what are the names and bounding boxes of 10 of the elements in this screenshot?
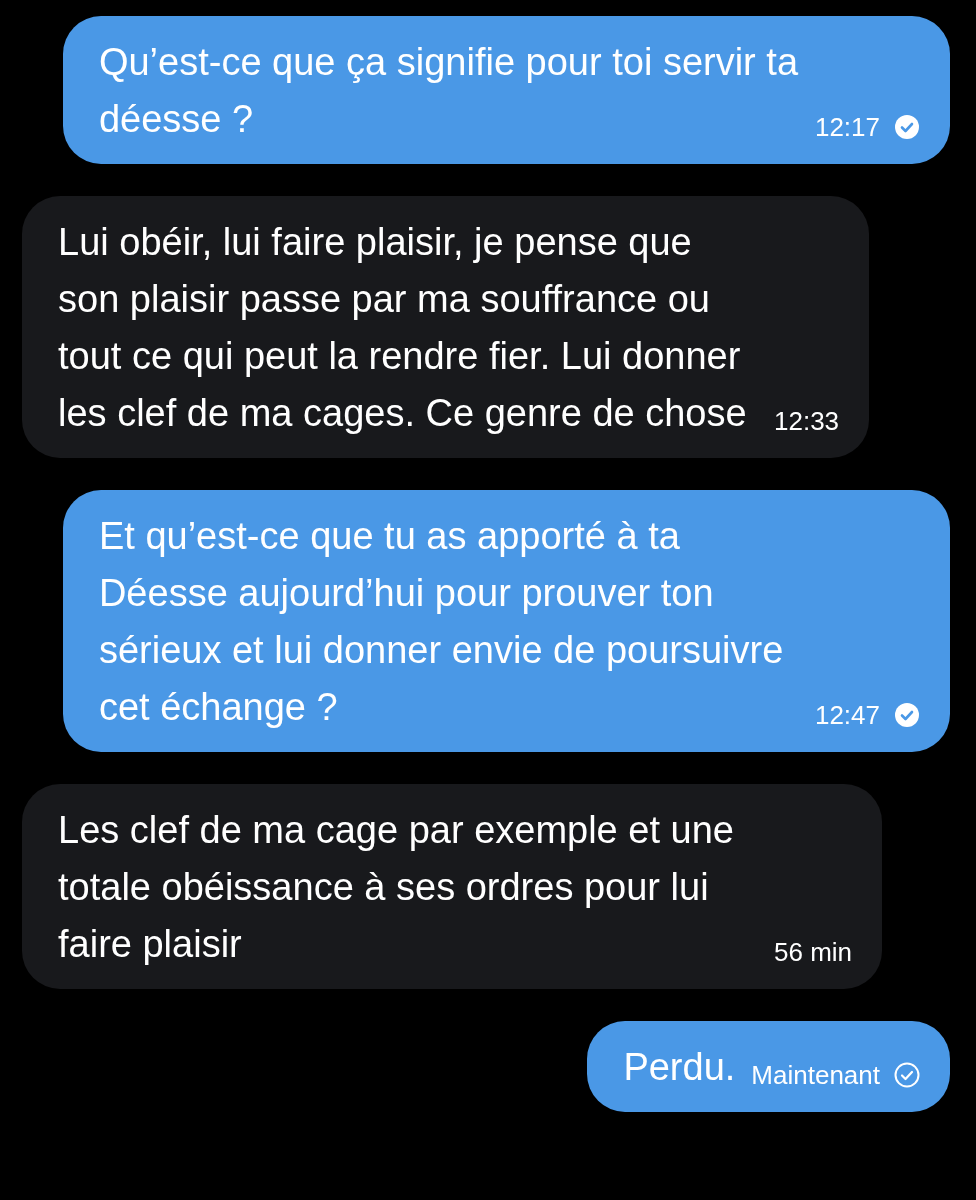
message-text: Les clef de ma cage par exemple et une totale obéissance à ses ordres pour lui faire plaisir [58,808,735,967]
message-time: 56 min [774,937,853,967]
message-time: 12:47 [814,700,880,730]
message-text: Qu’est-ce que ça signifie pour toi servir ta déesse ? [98,40,799,142]
message-time: Maintenant [751,1060,880,1090]
message-text: Et qu’est-ce que tu as apporté à ta Déesse aujourd’hui pour prouver ton sérieux et lui donner envie de poursuivre cet échange ? [98,514,785,730]
message-time: 12:17 [814,112,880,142]
message-text: Perdu. [623,1045,736,1090]
message-time: 12:33 [774,406,840,436]
message-text: Lui obéir, lui faire plaisir, je pense que son plaisir passe par ma souffrance ou tout ce qui peut la rendre fier. Lui donner les clef de ma cages. Ce genre de chose [58,220,748,436]
